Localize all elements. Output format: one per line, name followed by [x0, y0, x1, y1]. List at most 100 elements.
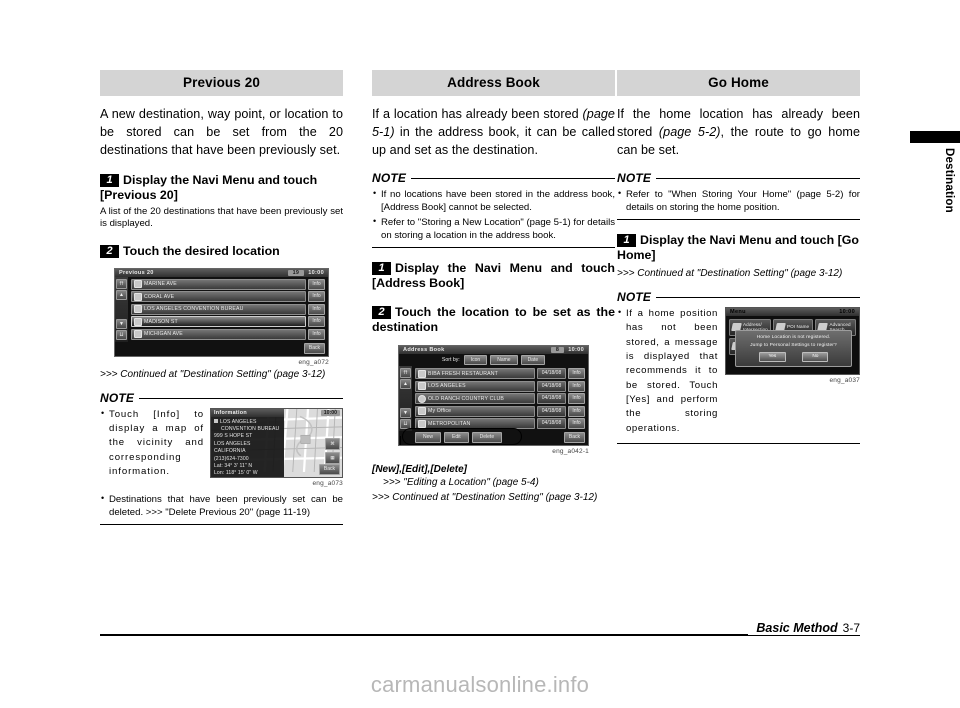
destination-label: MICHIGAN AVE [144, 331, 183, 338]
info-button[interactable]: Info [568, 418, 585, 430]
watermark: carmanualsonline.info [370, 672, 590, 697]
note-bullet: Refer to "Storing a New Location" (page … [372, 215, 615, 242]
entry-icon [418, 369, 426, 378]
footer-title: Basic Method [756, 621, 838, 635]
go-home-lead-text: If the home location has already been st… [617, 106, 860, 160]
back-button[interactable]: Back [318, 463, 340, 475]
footer: Basic Method 3-7 [748, 621, 860, 635]
nav-title-bar: Menu 10:00 [726, 307, 859, 316]
destination-label: MADISON ST [144, 318, 178, 325]
go-home-note-block-1: NOTE Refer to "When Storing Your Home" (… [617, 171, 860, 220]
list-item[interactable]: MICHIGAN AVE Info [131, 328, 325, 340]
dialog-line-2: Jump to Personal Settings to register? [750, 342, 837, 348]
go-home-note-block-2: NOTE If a home position has not been sto… [617, 290, 860, 445]
step-number-badge: 2 [372, 305, 391, 319]
nav-screen-menu: Menu 10:00 Address/ Intersection [725, 306, 860, 375]
scroll-bottom-icon[interactable]: ⇊ [116, 329, 127, 340]
note-title: NOTE [100, 390, 135, 405]
column-address-book: Address Book If a location has already b… [372, 70, 615, 503]
previous-20-step-1: 1 Display the Navi Menu and touch [Previo… [100, 173, 343, 204]
address-book-lead-text: If a location has already been stored (p… [372, 106, 615, 160]
scroll-down-icon[interactable]: ▼ [400, 408, 411, 419]
step-1-text: Display the Navi Menu and touch [Go Home… [617, 232, 859, 263]
nav-destination-list: MARINE AVE Info CORAL AVE Info LOS ANGEL… [128, 277, 328, 342]
nav-screen-title: Previous 20 [119, 269, 154, 276]
entry-label: METROPOLITAN [428, 420, 471, 427]
step-number-badge: 1 [372, 261, 391, 275]
section-heading-previous-20: Previous 20 [100, 70, 343, 96]
note-divider [139, 398, 343, 400]
info-button[interactable]: Info [568, 405, 585, 417]
sort-by-name-button[interactable]: Name [490, 354, 518, 365]
scroll-top-icon[interactable]: ⇈ [400, 368, 411, 379]
menu-item-label: POI Name [786, 324, 810, 330]
new-button[interactable]: New [415, 432, 442, 444]
map-view-icon[interactable]: ▦ [325, 451, 340, 464]
info-button[interactable]: Info [308, 328, 325, 340]
edge-tab-marker [910, 131, 960, 143]
list-item[interactable]: LOS ANGELES CONVENTION BUREAU Info [131, 303, 325, 315]
info-button[interactable]: Info [308, 278, 325, 290]
sort-by-icon-button[interactable]: Icon [463, 354, 488, 365]
list-item[interactable]: LOS ANGELES 04/18/08 Info [415, 380, 585, 392]
edit-button[interactable]: Edit [444, 432, 469, 444]
info-button[interactable]: Info [308, 316, 325, 328]
info-button[interactable]: Info [308, 303, 325, 315]
lead-part-2: in the address book, it can be called up… [372, 124, 615, 157]
list-item[interactable]: MADISON ST Info [131, 316, 325, 328]
info-button[interactable]: Info [568, 368, 585, 380]
go-home-continued: >>> Continued at "Destination Setting" (… [617, 267, 843, 279]
figure-id: eng_a073 [312, 479, 343, 487]
list-item[interactable]: OLD RANCH COUNTRY CLUB 04/18/08 Info [415, 393, 585, 405]
info-button[interactable]: Info [568, 380, 585, 392]
list-item[interactable]: CORAL AVE Info [131, 291, 325, 303]
nav-clock: 10:00 [839, 308, 855, 315]
note-divider [411, 178, 615, 180]
delete-button[interactable]: Delete [471, 432, 503, 444]
figure-id: eng_a037 [829, 376, 860, 384]
note-divider [617, 218, 860, 220]
map-zoom-icon[interactable]: ⌘ [325, 438, 340, 451]
info-line: CALIFORNIA [214, 448, 246, 455]
back-button[interactable]: Back [303, 342, 325, 354]
nav-scrollbar[interactable]: ⇈ ▲ ▼ ⇊ [115, 276, 128, 342]
nav-screen-address-book: Address Book 8 10:00 Sort by: Icon Name … [398, 344, 589, 447]
poi-icon [214, 418, 218, 423]
address-book-step-1: 1 Display the Navi Menu and touch [Addres… [372, 261, 615, 292]
destination-icon [134, 292, 142, 301]
destination-icon [134, 317, 142, 326]
nav-screen-previous-20: Previous 20 19 10:00 ⇈ ▲ ▼ ⇊ MARINE AVE … [114, 267, 329, 357]
nav-scrollbar[interactable]: ⇈ ▲ ▼ ⇊ [399, 366, 412, 432]
yes-button[interactable]: Yes [758, 351, 787, 362]
step-1-text: Display the Navi Menu and touch [Previou… [100, 172, 318, 203]
list-item[interactable]: METROPOLITAN 04/18/08 Info [415, 418, 585, 430]
info-map-screen: 10:00 Information LOS ANGELES CONVENTION… [210, 407, 343, 478]
previous-20-info-figure: 10:00 Information LOS ANGELES CONVENTION… [210, 407, 343, 487]
no-button[interactable]: No [802, 351, 829, 362]
sort-by-date-button[interactable]: Date [520, 354, 546, 365]
nav-item-count: 8 [550, 346, 565, 353]
scroll-up-icon[interactable]: ▲ [116, 289, 127, 300]
list-item[interactable]: My Office 04/18/08 Info [415, 405, 585, 417]
scroll-up-icon[interactable]: ▲ [400, 379, 411, 390]
info-button[interactable]: Info [568, 393, 585, 405]
scroll-top-icon[interactable]: ⇈ [116, 278, 127, 289]
note-bullet: Refer to "When Storing Your Home" (page … [617, 187, 860, 214]
nav-screen-title: Menu [730, 308, 746, 315]
figure-id: eng_a072 [298, 358, 329, 366]
note-title: NOTE [617, 170, 652, 185]
step-1-text: Display the Navi Menu and touch [Address… [372, 260, 615, 291]
list-item[interactable]: MARINE AVE Info [131, 278, 325, 290]
address-book-step-2: 2 Touch the location to be set as the des… [372, 305, 615, 336]
back-button[interactable]: Back [563, 432, 585, 444]
scroll-down-icon[interactable]: ▼ [116, 318, 127, 329]
info-line: LOS ANGELES [214, 440, 251, 447]
info-line: LOS ANGELES [214, 418, 281, 426]
info-button[interactable]: Info [308, 291, 325, 303]
entry-icon [418, 382, 426, 391]
go-home-figure: Menu 10:00 Address/ Intersection [725, 306, 860, 384]
address-book-note-block: NOTE If no locations have been stored in… [372, 171, 615, 248]
scroll-bottom-icon[interactable]: ⇊ [400, 419, 411, 430]
column-previous-20: Previous 20 A new destination, way point… [100, 70, 343, 525]
list-item[interactable]: BIBA FRESH RESTAURANT 04/18/08 Info [415, 368, 585, 380]
